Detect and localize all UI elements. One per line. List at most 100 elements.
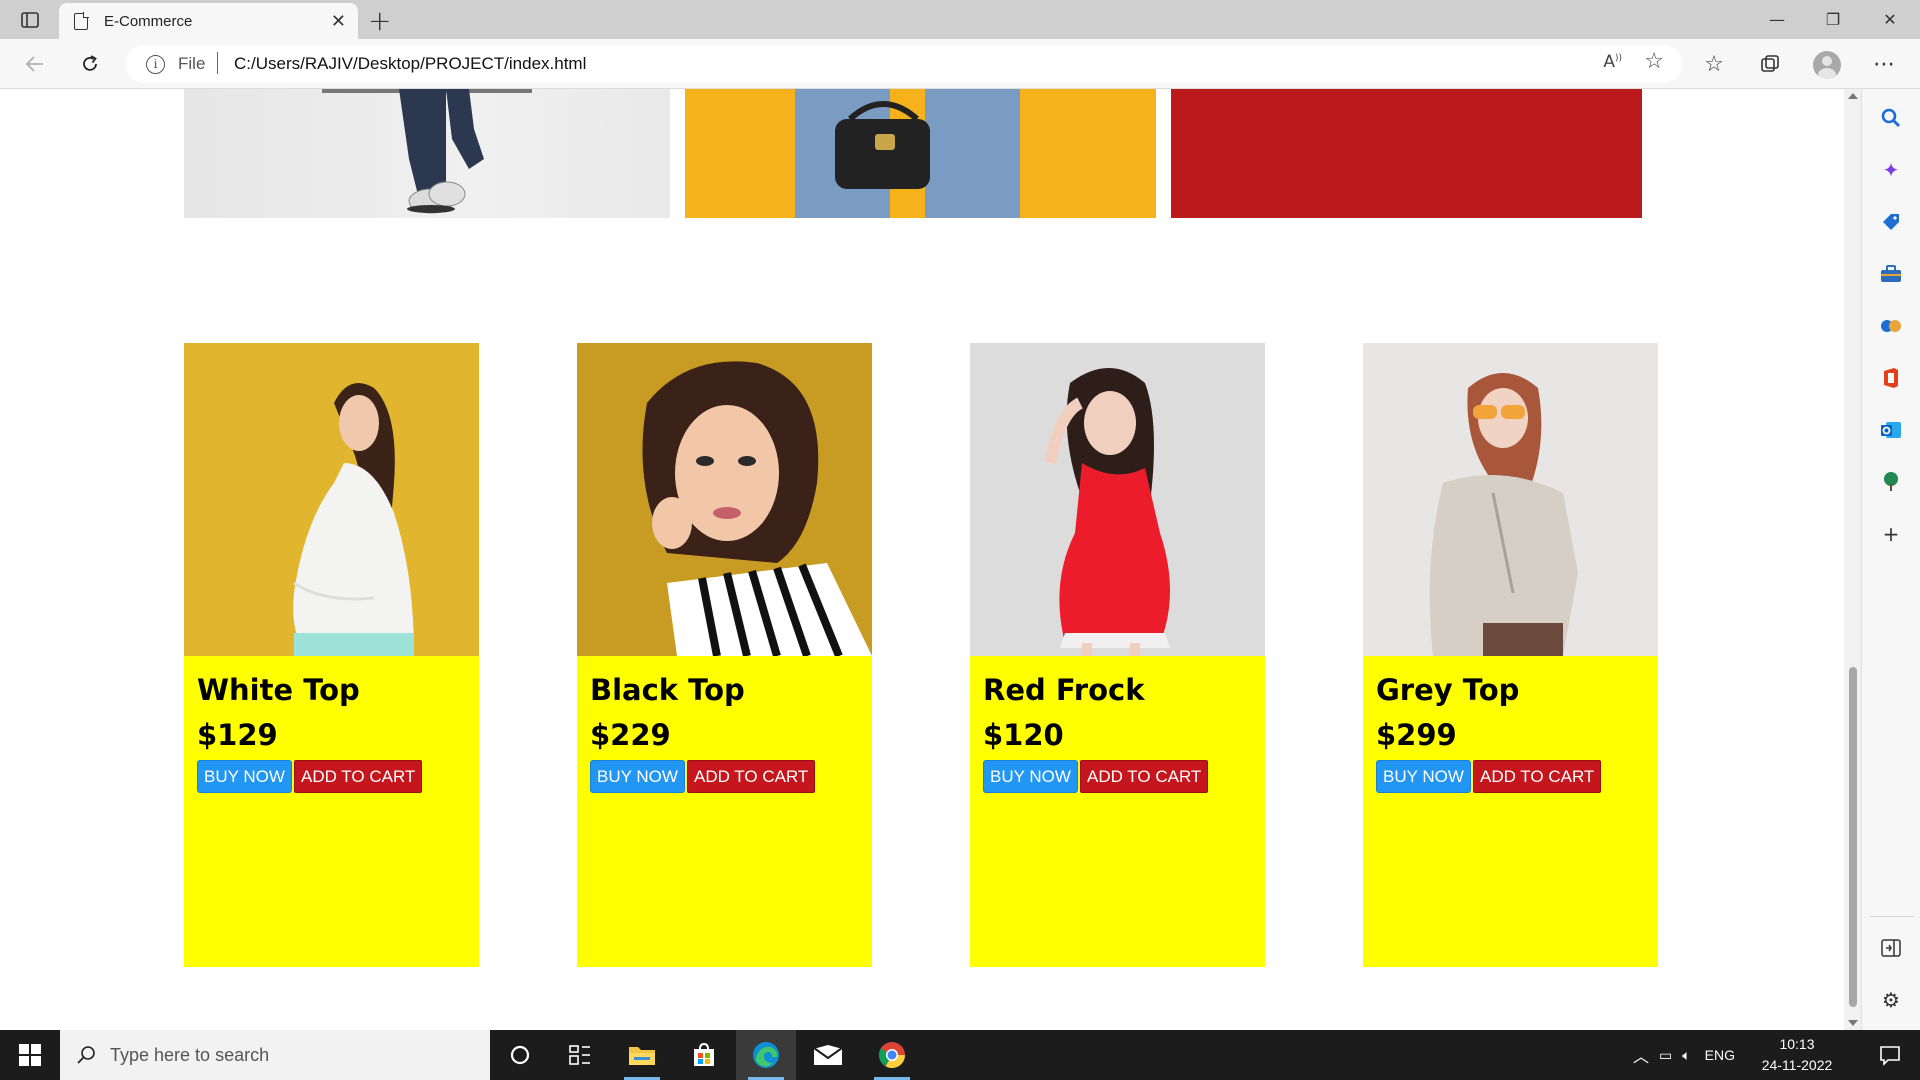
outlook-icon[interactable] [1878, 417, 1904, 443]
buy-now-button[interactable]: BUY NOW [590, 760, 685, 793]
product-price: $299 [1376, 718, 1457, 752]
read-aloud-icon[interactable]: A)) [1603, 52, 1622, 72]
chrome-app[interactable] [862, 1030, 922, 1080]
tree-icon[interactable] [1878, 469, 1904, 495]
new-tab-button[interactable]: + [368, 4, 391, 37]
back-arrow-icon [25, 56, 43, 72]
tools-icon[interactable] [1878, 261, 1904, 287]
page-viewport: White Top $129 BUY NOW ADD TO CART Black… [0, 89, 1844, 1030]
product-card: Grey Top $299 BUY NOW ADD TO CART [1363, 343, 1658, 967]
search-icon[interactable] [1878, 105, 1904, 131]
restore-button[interactable]: ❐ [1805, 0, 1861, 39]
search-icon [77, 1046, 95, 1064]
product-image [577, 343, 872, 656]
buy-now-button[interactable]: BUY NOW [197, 760, 292, 793]
minimize-button[interactable]: — [1749, 0, 1805, 39]
notifications-button[interactable] [1860, 1030, 1920, 1080]
task-view-button[interactable] [550, 1030, 610, 1080]
add-favorite-icon[interactable]: ☆ [1644, 49, 1664, 74]
refresh-button[interactable] [76, 51, 104, 77]
hide-sidebar-icon[interactable] [1878, 935, 1904, 961]
product-image [184, 343, 479, 656]
close-window-button[interactable]: ✕ [1862, 0, 1918, 39]
tab-actions-button[interactable] [14, 8, 46, 32]
cortana-button[interactable] [490, 1030, 550, 1080]
add-to-cart-button[interactable]: ADD TO CART [1080, 760, 1209, 793]
clock-date: 24-11-2022 [1761, 1057, 1833, 1073]
search-placeholder: Type here to search [110, 1044, 270, 1065]
system-tray: ︿ ▭ 🔈︎ ENG [1633, 1030, 1735, 1080]
add-sidebar-item-icon[interactable]: + [1878, 521, 1904, 547]
profile-avatar[interactable] [1813, 51, 1841, 79]
add-to-cart-button[interactable]: ADD TO CART [687, 760, 816, 793]
cortana-circle-icon [510, 1045, 530, 1065]
windows-taskbar: Type here to search ︿ ▭ 🔈︎ ENG 10:13 24-… [0, 1030, 1920, 1080]
product-card: Red Frock $120 BUY NOW ADD TO CART [970, 343, 1265, 967]
product-name: Black Top [590, 673, 745, 707]
scroll-up-arrow-icon[interactable] [1848, 93, 1858, 99]
product-image [1363, 343, 1658, 656]
games-icon[interactable] [1878, 313, 1904, 339]
add-to-cart-button[interactable]: ADD TO CART [1473, 760, 1602, 793]
tab-strip: E-Commerce ✕ + — ❐ ✕ [0, 0, 1920, 39]
volume-icon[interactable]: 🔈︎ [1682, 1047, 1690, 1064]
product-image [970, 343, 1265, 656]
shopping-tag-icon[interactable] [1878, 209, 1904, 235]
scroll-down-arrow-icon[interactable] [1848, 1020, 1858, 1026]
page-icon [74, 11, 89, 30]
refresh-icon [83, 55, 97, 71]
product-card: Black Top $229 BUY NOW ADD TO CART [577, 343, 872, 967]
more-menu-icon[interactable]: ⋯ [1869, 49, 1899, 79]
office-icon[interactable] [1878, 365, 1904, 391]
banner-image-shoes [184, 89, 670, 218]
product-name: Red Frock [983, 673, 1145, 707]
edge-app[interactable] [736, 1030, 796, 1080]
store-app[interactable] [674, 1030, 734, 1080]
product-name: Grey Top [1376, 673, 1520, 707]
back-button[interactable] [21, 51, 49, 77]
address-separator [217, 52, 218, 74]
windows-logo-icon [19, 1044, 41, 1066]
buy-now-button[interactable]: BUY NOW [1376, 760, 1471, 793]
tab-title: E-Commerce [104, 12, 193, 30]
settings-gear-icon[interactable]: ⚙ [1878, 987, 1904, 1013]
tab-actions-icon [21, 12, 39, 28]
battery-icon[interactable]: ▭ [1659, 1047, 1672, 1064]
show-hidden-icons-chevron-icon[interactable]: ︿ [1633, 1043, 1649, 1067]
file-explorer-app[interactable] [612, 1030, 672, 1080]
start-button[interactable] [0, 1030, 60, 1080]
close-tab-icon[interactable]: ✕ [331, 11, 346, 32]
mail-app[interactable] [798, 1030, 858, 1080]
address-url[interactable]: C:/Users/RAJIV/Desktop/PROJECT/index.htm… [234, 54, 586, 74]
banner-red [1171, 89, 1642, 218]
product-card: White Top $129 BUY NOW ADD TO CART [184, 343, 479, 967]
buy-now-button[interactable]: BUY NOW [983, 760, 1078, 793]
task-view-icon [569, 1045, 590, 1065]
collections-icon[interactable] [1755, 49, 1785, 79]
product-price: $229 [590, 718, 671, 752]
site-info-icon[interactable]: i [146, 55, 165, 74]
edge-sidebar: ✦ + ⚙ [1861, 89, 1920, 1030]
folder-icon [629, 1047, 655, 1065]
notification-center-icon [1880, 1046, 1900, 1066]
edge-logo-icon [753, 1042, 779, 1068]
sidebar-divider [1870, 916, 1914, 917]
store-bag-icon [694, 1043, 714, 1066]
chrome-logo-icon [878, 1042, 906, 1069]
taskbar-search-box[interactable]: Type here to search [60, 1030, 490, 1080]
product-price: $129 [197, 718, 278, 752]
address-scheme: File [178, 54, 206, 73]
taskbar-clock[interactable]: 10:13 24-11-2022 [1754, 1034, 1840, 1076]
product-price: $120 [983, 718, 1064, 752]
scrollbar-thumb[interactable] [1849, 667, 1857, 1007]
address-bar[interactable]: i File C:/Users/RAJIV/Desktop/PROJECT/in… [126, 45, 1682, 83]
browser-tab[interactable]: E-Commerce ✕ [59, 3, 358, 39]
banner-image-handbag [685, 89, 1156, 218]
browser-toolbar: i File C:/Users/RAJIV/Desktop/PROJECT/in… [0, 39, 1920, 89]
add-to-cart-button[interactable]: ADD TO CART [294, 760, 423, 793]
language-indicator[interactable]: ENG [1705, 1047, 1735, 1063]
discover-icon[interactable]: ✦ [1878, 157, 1904, 183]
favorites-icon[interactable]: ☆ [1699, 49, 1729, 79]
product-name: White Top [197, 673, 360, 707]
page-scrollbar[interactable] [1844, 89, 1861, 1030]
